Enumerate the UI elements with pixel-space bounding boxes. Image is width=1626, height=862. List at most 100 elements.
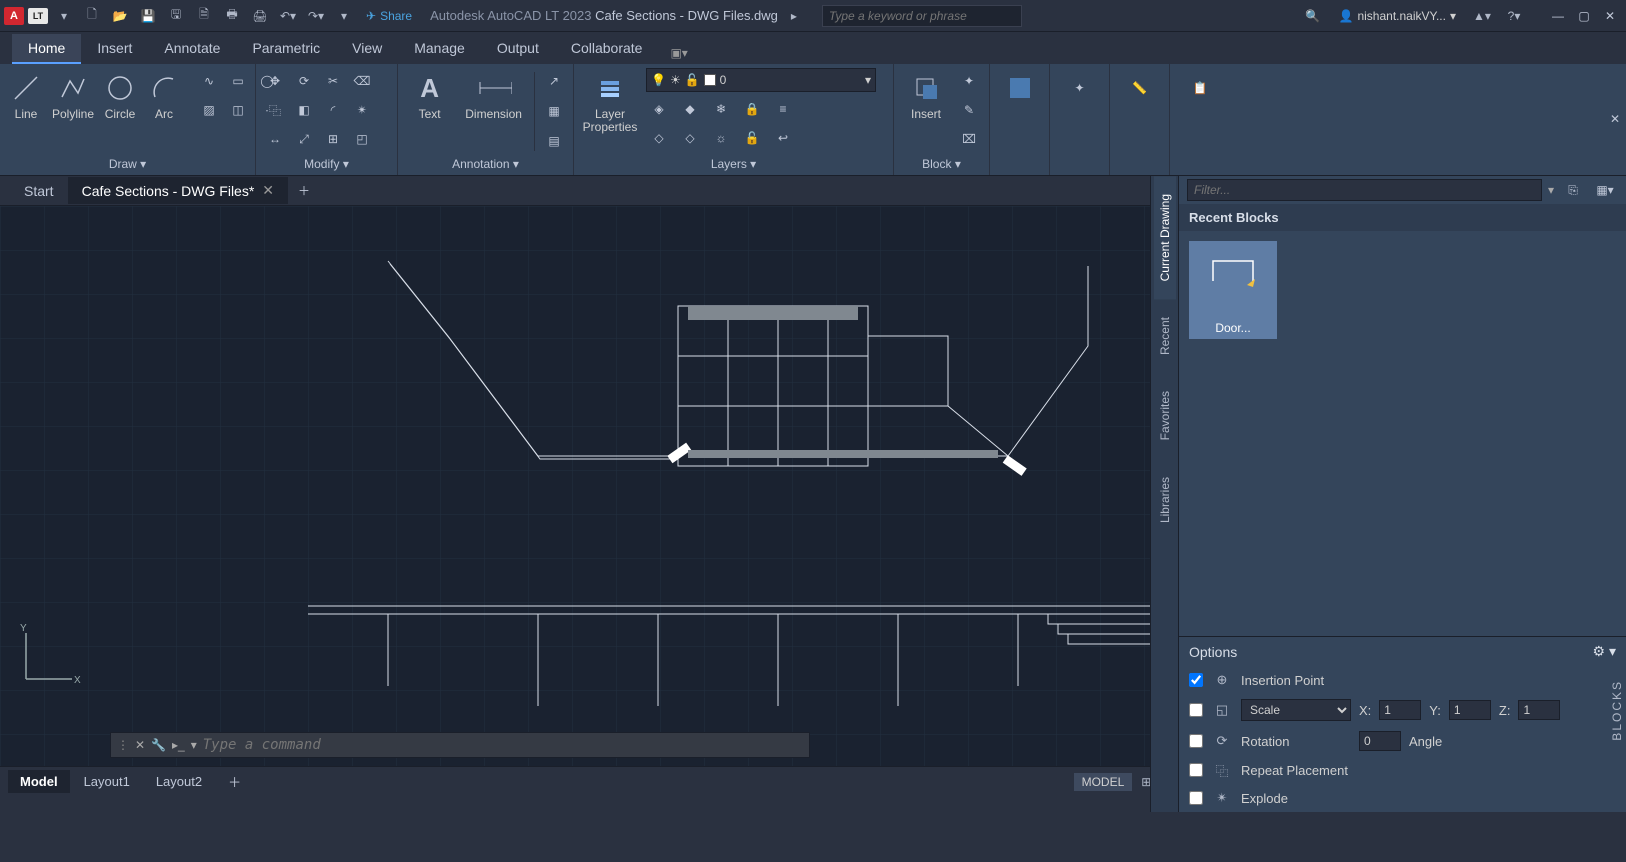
tool-copy[interactable]: ⿻ bbox=[262, 97, 288, 123]
tab-insert[interactable]: Insert bbox=[81, 34, 148, 64]
filter-input[interactable] bbox=[1187, 179, 1542, 201]
redo-icon[interactable]: ↷▾ bbox=[304, 4, 328, 28]
tool-create-block[interactable]: ✦ bbox=[956, 68, 982, 94]
plot-icon[interactable]: 🖶 bbox=[220, 4, 244, 28]
print-icon[interactable]: 🖨 bbox=[248, 4, 272, 28]
close-tab-icon[interactable]: ✕ bbox=[262, 182, 274, 199]
layer-dropdown[interactable]: 💡 ☀ 🔓 0 ▾ bbox=[646, 68, 876, 92]
tool-offset[interactable]: ◰ bbox=[349, 126, 375, 152]
tool-scale[interactable]: ⤢ bbox=[291, 126, 317, 152]
menu-overflow-icon[interactable]: ▣▾ bbox=[662, 42, 695, 64]
tab-parametric[interactable]: Parametric bbox=[236, 34, 336, 64]
panel-tab-recent[interactable]: Recent bbox=[1154, 299, 1176, 373]
tool-layer-freeze[interactable]: ❄ bbox=[708, 96, 734, 122]
tool-properties[interactable] bbox=[996, 68, 1043, 108]
y-input[interactable] bbox=[1449, 700, 1491, 720]
tool-layer-unlock[interactable]: 🔓 bbox=[739, 125, 765, 151]
close-button[interactable]: ✕ bbox=[1598, 7, 1622, 25]
cmd-handle-icon[interactable]: ⋮ bbox=[117, 738, 129, 752]
tool-move[interactable]: ✥ bbox=[262, 68, 288, 94]
undo-icon[interactable]: ↶▾ bbox=[276, 4, 300, 28]
minimize-button[interactable]: — bbox=[1546, 7, 1570, 25]
tool-erase[interactable]: ⌫ bbox=[349, 68, 375, 94]
doc-tab-start[interactable]: Start bbox=[10, 178, 68, 204]
tool-dimension[interactable]: Dimension bbox=[459, 68, 528, 123]
panel-tab-libraries[interactable]: Libraries bbox=[1154, 459, 1176, 541]
a360-icon[interactable]: ▲▾ bbox=[1470, 4, 1494, 28]
tool-layer-off[interactable]: ◈ bbox=[646, 96, 672, 122]
tool-group[interactable]: ✦ bbox=[1056, 68, 1103, 108]
cmd-dropdown-icon[interactable]: ▾ bbox=[191, 738, 197, 752]
tab-view[interactable]: View bbox=[336, 34, 398, 64]
tool-spline[interactable]: ∿ bbox=[196, 68, 222, 94]
tool-trim[interactable]: ✂ bbox=[320, 68, 346, 94]
new-icon[interactable]: 🗋 bbox=[80, 4, 104, 28]
tool-layer-uniso[interactable]: ◇ bbox=[677, 125, 703, 151]
qat-dropdown-icon[interactable]: ▾ bbox=[332, 4, 356, 28]
title-expand-icon[interactable]: ▸ bbox=[782, 4, 806, 28]
tool-region[interactable]: ◫ bbox=[225, 97, 251, 123]
tool-circle[interactable]: Circle bbox=[100, 68, 140, 123]
tab-home[interactable]: Home bbox=[12, 34, 81, 64]
tool-mtext[interactable]: ▤ bbox=[541, 128, 567, 154]
tool-text[interactable]: AText bbox=[404, 68, 455, 123]
save-icon[interactable]: 💾 bbox=[136, 4, 160, 28]
panel-block-title[interactable]: Block ▾ bbox=[900, 155, 983, 175]
status-tab-layout1[interactable]: Layout1 bbox=[72, 770, 142, 793]
tool-stretch[interactable]: ↔ bbox=[262, 126, 288, 152]
share-button[interactable]: ✈ Share bbox=[360, 7, 418, 25]
saveas-icon[interactable]: 🖫 bbox=[164, 4, 188, 28]
tool-fillet[interactable]: ◜ bbox=[320, 97, 346, 123]
user-chip[interactable]: 👤 nishant.naikVY... ▾ bbox=[1333, 7, 1463, 25]
tool-rotate[interactable]: ⟳ bbox=[291, 68, 317, 94]
explode-checkbox[interactable] bbox=[1189, 791, 1203, 805]
tool-layer-on[interactable]: ◇ bbox=[646, 125, 672, 151]
status-tab-layout2[interactable]: Layout2 bbox=[144, 770, 214, 793]
tool-mirror[interactable]: ◧ bbox=[291, 97, 317, 123]
tool-array[interactable]: ⊞ bbox=[320, 126, 346, 152]
dropdown-icon[interactable]: ▾ bbox=[52, 4, 76, 28]
tool-edit-attr[interactable]: ⌧ bbox=[956, 126, 982, 152]
view-mode-icon[interactable]: ▦▾ bbox=[1592, 177, 1618, 203]
command-input[interactable] bbox=[203, 737, 803, 753]
panel-tab-favorites[interactable]: Favorites bbox=[1154, 373, 1176, 458]
tool-layer-iso[interactable]: ◆ bbox=[677, 96, 703, 122]
tool-measure[interactable]: 📏 bbox=[1116, 68, 1163, 108]
panel-modify-title[interactable]: Modify ▾ bbox=[262, 155, 391, 175]
tool-rectangle[interactable]: ▭ bbox=[225, 68, 251, 94]
scale-dropdown[interactable]: Scale bbox=[1241, 699, 1351, 721]
tool-line[interactable]: Line bbox=[6, 68, 46, 123]
cmd-customize-icon[interactable]: 🔧 bbox=[151, 738, 166, 752]
repeat-checkbox[interactable] bbox=[1189, 763, 1203, 777]
tool-edit-block[interactable]: ✎ bbox=[956, 97, 982, 123]
tool-layer-prev[interactable]: ↩ bbox=[770, 125, 796, 151]
tool-table[interactable]: ▦ bbox=[541, 98, 567, 124]
tool-hatch[interactable]: ▨ bbox=[196, 97, 222, 123]
panel-layers-title[interactable]: Layers ▾ bbox=[580, 155, 887, 175]
filter-dropdown-icon[interactable]: ▾ bbox=[1548, 183, 1554, 197]
block-thumb-door[interactable]: Door... bbox=[1189, 241, 1277, 339]
tool-paste[interactable]: 📋 bbox=[1176, 68, 1224, 108]
tool-arc[interactable]: Arc bbox=[144, 68, 184, 123]
status-tab-model[interactable]: Model bbox=[8, 770, 70, 793]
search-input[interactable] bbox=[822, 5, 1022, 27]
tool-leader[interactable]: ↗ bbox=[541, 68, 567, 94]
z-input[interactable] bbox=[1518, 700, 1560, 720]
command-bar[interactable]: ⋮ ✕ 🔧 ▸_ ▾ bbox=[110, 732, 810, 758]
insertion-point-checkbox[interactable] bbox=[1189, 673, 1203, 687]
search-icon[interactable]: 🔍 bbox=[1301, 4, 1325, 28]
x-input[interactable] bbox=[1379, 700, 1421, 720]
panel-draw-title[interactable]: Draw ▾ bbox=[6, 155, 249, 175]
status-model-chip[interactable]: MODEL bbox=[1074, 773, 1133, 791]
tool-polyline[interactable]: Polyline bbox=[50, 68, 96, 123]
scale-checkbox[interactable] bbox=[1189, 703, 1203, 717]
tool-layer-properties[interactable]: Layer Properties bbox=[580, 68, 640, 136]
rotation-checkbox[interactable] bbox=[1189, 734, 1203, 748]
insert-options-icon[interactable]: ⎘ bbox=[1560, 177, 1586, 203]
cmd-close-icon[interactable]: ✕ bbox=[135, 738, 145, 752]
panel-annotation-title[interactable]: Annotation ▾ bbox=[404, 155, 567, 175]
tool-layer-thaw[interactable]: ☼ bbox=[708, 125, 734, 151]
open-icon[interactable]: 📂 bbox=[108, 4, 132, 28]
tab-output[interactable]: Output bbox=[481, 34, 555, 64]
tool-layer-lock[interactable]: 🔒 bbox=[739, 96, 765, 122]
